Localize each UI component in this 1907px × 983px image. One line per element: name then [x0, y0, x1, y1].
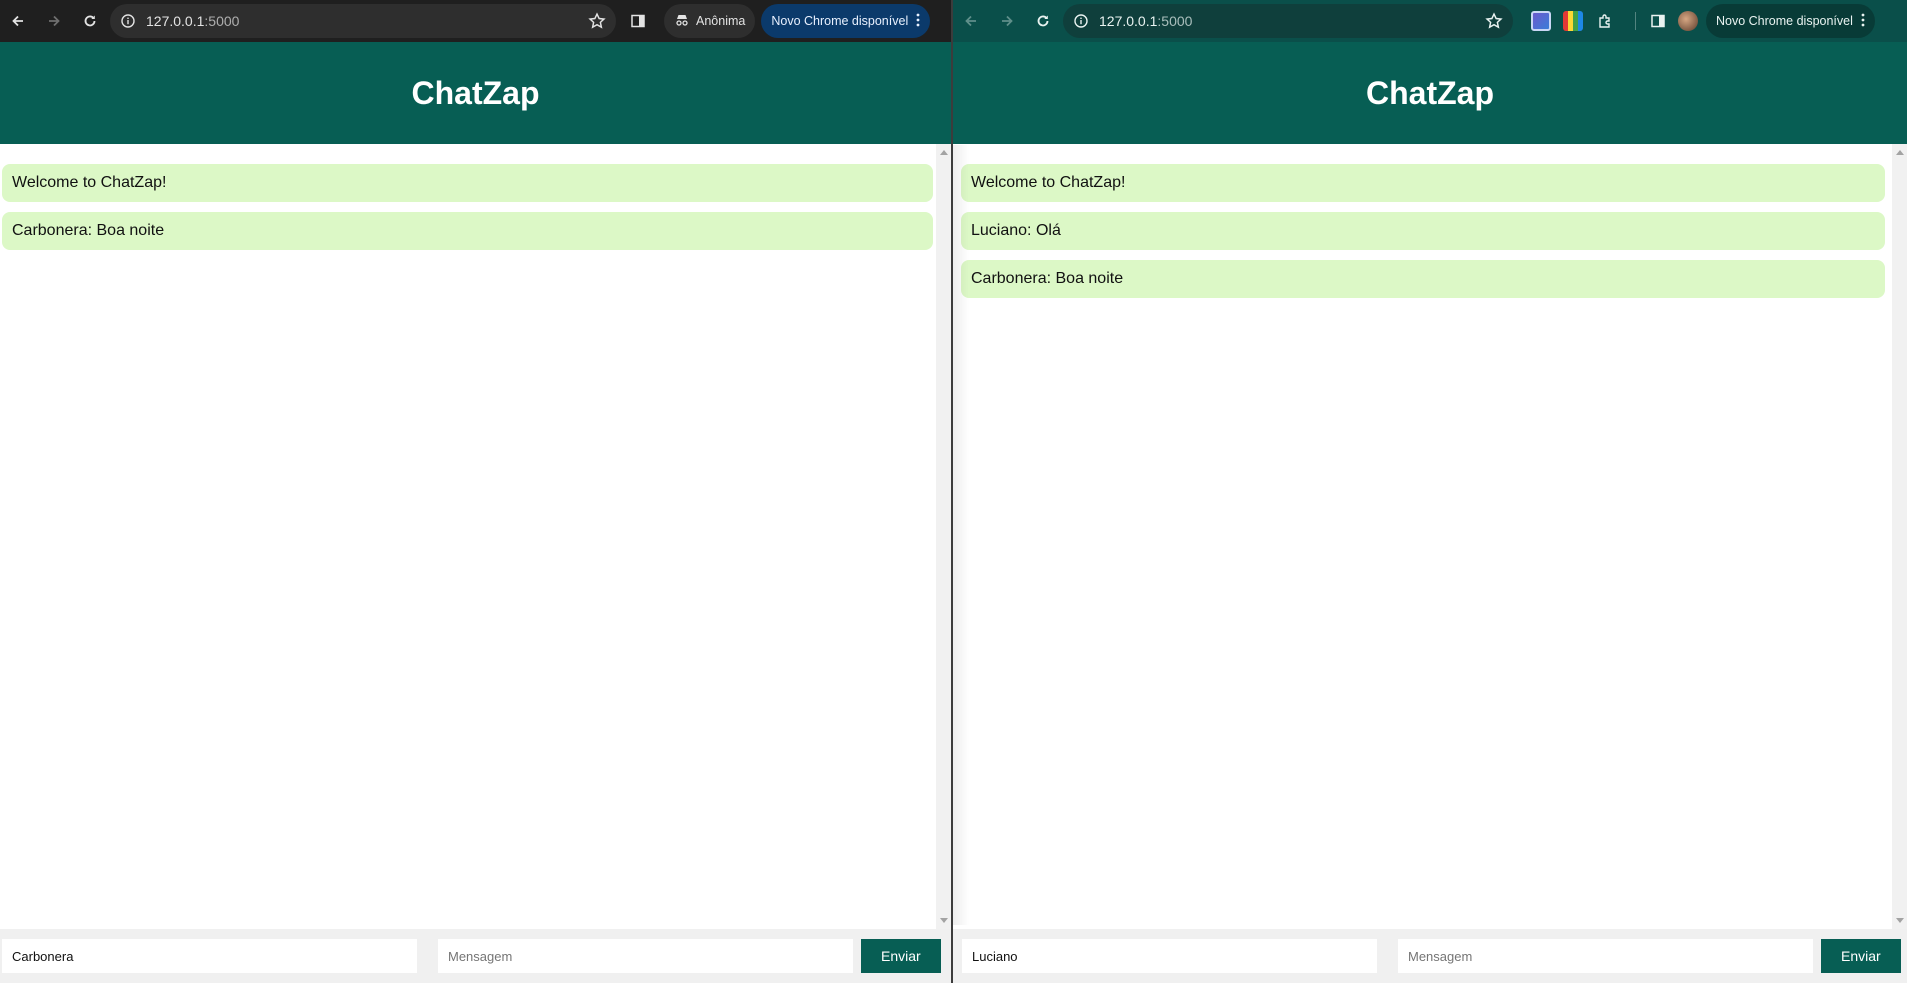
message-item: Carbonera: Boa noite — [961, 260, 1885, 298]
app-header: ChatZap — [0, 42, 951, 144]
incognito-chip[interactable]: Anônima — [664, 4, 756, 38]
scroll-up-icon[interactable] — [1896, 150, 1904, 155]
message-item: Carbonera: Boa noite — [2, 212, 933, 250]
send-button[interactable]: Enviar — [861, 939, 941, 973]
profile-avatar[interactable] — [1678, 11, 1698, 31]
chrome-update-button[interactable]: Novo Chrome disponível — [761, 4, 931, 38]
scroll-up-icon[interactable] — [940, 150, 948, 155]
url-text: 127.0.0.1:5000 — [146, 13, 240, 29]
chrome-update-button[interactable]: Novo Chrome disponível — [1706, 4, 1875, 38]
message-input[interactable] — [438, 939, 853, 973]
input-bar: Enviar — [0, 929, 951, 983]
message-item: Welcome to ChatZap! — [2, 164, 933, 202]
side-panel-icon[interactable] — [620, 3, 656, 39]
browser-toolbar: 127.0.0.1:5000 Novo Chrome disponível — [953, 0, 1907, 42]
site-info-icon[interactable] — [120, 13, 136, 29]
browser-window-left: 127.0.0.1:5000 Anônima Novo Chrome dispo… — [0, 0, 951, 983]
toolbar-separator — [1635, 12, 1636, 30]
side-panel-icon[interactable] — [1640, 3, 1676, 39]
input-bar: Enviar — [953, 929, 1907, 983]
message-item: Welcome to ChatZap! — [961, 164, 1885, 202]
browser-window-right: 127.0.0.1:5000 Novo Chrome disponível Ch… — [953, 0, 1907, 983]
kebab-menu-icon[interactable] — [916, 13, 920, 30]
extension-icon[interactable] — [1531, 11, 1551, 31]
scrollbar[interactable] — [1892, 144, 1907, 929]
incognito-icon — [674, 12, 690, 31]
address-bar[interactable]: 127.0.0.1:5000 — [1063, 4, 1513, 38]
url-text: 127.0.0.1:5000 — [1099, 13, 1193, 29]
forward-icon[interactable] — [989, 3, 1025, 39]
site-info-icon[interactable] — [1073, 13, 1089, 29]
scroll-down-icon[interactable] — [940, 918, 948, 923]
reload-icon[interactable] — [1025, 3, 1061, 39]
forward-icon[interactable] — [36, 3, 72, 39]
scroll-down-icon[interactable] — [1896, 918, 1904, 923]
update-label: Novo Chrome disponível — [771, 14, 909, 28]
scrollbar[interactable] — [936, 144, 951, 929]
app-header: ChatZap — [953, 42, 1907, 144]
back-icon[interactable] — [953, 3, 989, 39]
app-title: ChatZap — [1366, 74, 1494, 111]
back-icon[interactable] — [0, 3, 36, 39]
message-list: Welcome to ChatZap! Luciano: Olá Carbone… — [953, 144, 1907, 929]
incognito-label: Anônima — [696, 14, 746, 28]
reload-icon[interactable] — [72, 3, 108, 39]
star-icon[interactable] — [588, 12, 606, 30]
message-item: Luciano: Olá — [961, 212, 1885, 250]
app-title: ChatZap — [411, 74, 540, 111]
username-input[interactable] — [2, 939, 417, 973]
browser-toolbar: 127.0.0.1:5000 Anônima Novo Chrome dispo… — [0, 0, 951, 42]
address-bar[interactable]: 127.0.0.1:5000 — [110, 4, 616, 38]
star-icon[interactable] — [1485, 12, 1503, 30]
extensions-icon[interactable] — [1587, 3, 1623, 39]
send-button[interactable]: Enviar — [1821, 939, 1901, 973]
username-input[interactable] — [962, 939, 1377, 973]
update-label: Novo Chrome disponível — [1716, 14, 1853, 28]
message-list: Welcome to ChatZap! Carbonera: Boa noite — [0, 144, 951, 929]
kebab-menu-icon[interactable] — [1861, 13, 1865, 30]
message-input[interactable] — [1398, 939, 1813, 973]
extension-icon[interactable] — [1563, 11, 1583, 31]
